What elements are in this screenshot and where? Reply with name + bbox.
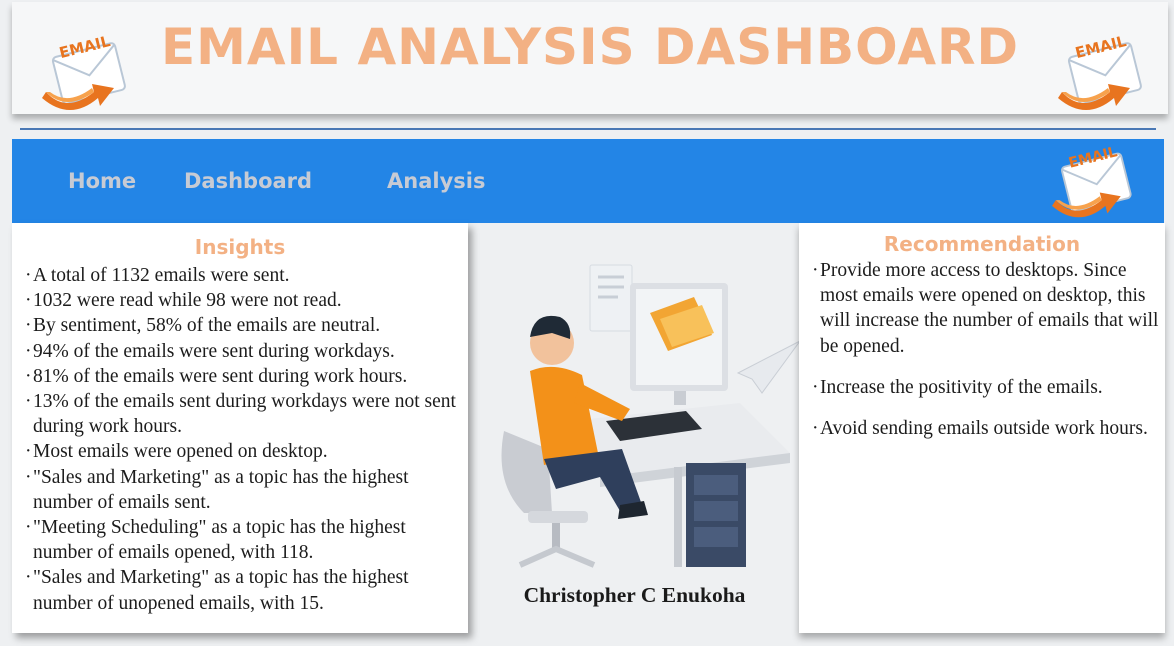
center-panel: Christopher C Enukoha <box>470 223 800 633</box>
recommendation-heading: Recommendation <box>883 232 1081 256</box>
insight-item: · 94% of the emails were sent during work… <box>25 340 395 362</box>
nav-dashboard[interactable]: Dashboard <box>184 169 312 193</box>
email-logo-nav: EMAIL <box>1052 144 1132 218</box>
email-logo-right: EMAIL <box>1058 32 1142 110</box>
nav-analysis[interactable]: Analysis <box>387 169 485 193</box>
person-at-computer-illustration <box>501 264 800 568</box>
nav-home[interactable]: Home <box>68 169 136 193</box>
insight-item: · 81% of the emails were sent during work… <box>25 365 408 387</box>
page-title: EMAIL ANALYSIS DASHBOARD <box>160 18 1020 76</box>
insight-item: · "Meeting Scheduling" as a topic has the… <box>25 517 406 564</box>
insights-heading: Insights <box>194 235 286 259</box>
navbar: Home Dashboard Analysis EMAIL <box>12 139 1164 223</box>
insight-item: · Most emails were opened on desktop. <box>25 441 328 463</box>
recommendation-list: · Provide more access to desktops. Since … <box>799 258 1165 441</box>
insights-list: · A total of 1132 emails were sent. · 1032… <box>12 263 468 616</box>
insight-item: · A total of 1132 emails were sent. <box>25 265 290 286</box>
recommendation-item: · Avoid sending emails outside work hours… <box>812 418 1148 440</box>
insight-item: · "Sales and Marketing" as a topic has th… <box>25 567 409 614</box>
insight-item: · 13% of the emails sent during workdays … <box>25 391 456 438</box>
insight-item: · By sentiment, 58% of the emails are neu… <box>25 315 381 337</box>
header-divider <box>20 128 1156 130</box>
header-banner: EMAIL EMAIL ANALYSIS DASHBOARD EMAIL <box>12 2 1168 114</box>
recommendation-item: · Provide more access to desktops. Since … <box>812 260 1159 357</box>
author-name: Christopher C Enukoha <box>523 583 746 607</box>
insight-item: · "Sales and Marketing" as a topic has th… <box>25 466 409 513</box>
recommendation-item: · Increase the positivity of the emails. <box>812 376 1103 398</box>
insights-panel: Insights · A total of 1132 emails were se… <box>12 223 468 633</box>
insight-item: · 1032 were read while 98 were not read. <box>25 290 342 312</box>
recommendation-panel: Recommendation · Provide more access to d… <box>799 223 1165 633</box>
